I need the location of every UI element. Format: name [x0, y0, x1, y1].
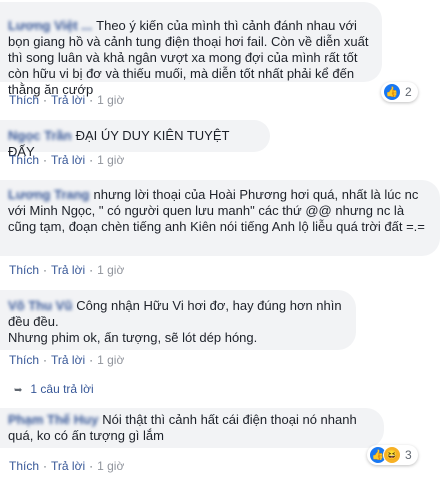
separator: · — [43, 153, 48, 167]
comment-time[interactable]: 1 giờ — [97, 93, 124, 107]
like-link[interactable]: Thích — [9, 153, 39, 167]
reaction-summary[interactable]: 👍 2 — [381, 82, 418, 102]
comment-time[interactable]: 1 giờ — [97, 459, 124, 473]
separator: · — [43, 353, 48, 367]
comment-text-line2: Nhưng phim ok, ấn tượng, sẽ lót dép hóng… — [8, 330, 258, 345]
reply-link[interactable]: Trả lời — [51, 459, 85, 473]
like-link[interactable]: Thích — [9, 353, 39, 367]
comment-author[interactable]: Ngọc Trần — [8, 128, 72, 143]
like-link[interactable]: Thích — [9, 459, 39, 473]
comment-actions: Thích · Trả lời · 1 giờ — [9, 92, 124, 108]
comment-bubble: Ngọc Trần ĐẠI ÚY DUY KIÊN TUYỆT ĐẤY — [0, 120, 270, 159]
like-link[interactable]: Thích — [9, 93, 39, 107]
reaction-count: 3 — [405, 448, 412, 462]
separator: · — [89, 353, 94, 367]
reaction-count: 2 — [405, 85, 412, 99]
separator: · — [89, 263, 94, 277]
comment-time[interactable]: 1 giờ — [97, 153, 124, 167]
reply-link[interactable]: Trả lời — [51, 153, 85, 167]
comment-author[interactable]: Phạm Thế Huy — [8, 412, 98, 427]
comment-actions: Thích · Trả lời · 1 giờ — [9, 458, 124, 474]
comment-bubble: Lương Việt ... Theo ý kiến của mình thì c… — [0, 2, 382, 97]
separator: · — [43, 459, 48, 473]
like-link[interactable]: Thích — [9, 263, 39, 277]
comment-actions: Thích · Trả lời · 1 giờ — [9, 352, 124, 368]
haha-reaction-icon: 😆 — [383, 446, 401, 464]
separator: · — [43, 93, 48, 107]
comment-time[interactable]: 1 giờ — [97, 353, 124, 367]
separator: · — [89, 93, 94, 107]
separator: · — [89, 153, 94, 167]
like-reaction-icon: 👍 — [383, 83, 401, 101]
view-replies-link[interactable]: ➥ 1 câu trả lời — [14, 381, 94, 399]
comment-bubble: Lương Trang nhưng lời thoại của Hoài Phươ… — [0, 180, 440, 256]
comment-time[interactable]: 1 giờ — [97, 263, 124, 277]
reply-link[interactable]: Trả lời — [51, 93, 85, 107]
replies-count: 1 câu trả lời — [30, 382, 94, 396]
comment-actions: Thích · Trả lời · 1 giờ — [9, 262, 124, 278]
comment-bubble: Phạm Thế Huy Nói thật thì cảnh hất cái đi… — [0, 408, 384, 448]
comment-author[interactable]: Lương Việt ... — [8, 18, 92, 33]
comment-actions: Thích · Trả lời · 1 giờ — [9, 152, 124, 168]
reply-arrow-icon: ➥ — [14, 385, 23, 396]
separator: · — [89, 459, 94, 473]
reaction-summary[interactable]: 👍 😆 3 — [367, 445, 418, 465]
comment-author[interactable]: Võ Thu Vũ — [8, 298, 72, 313]
comment-bubble: Võ Thu Vũ Công nhận Hữu Vi hơi đơ, hay đú… — [0, 290, 356, 350]
reply-link[interactable]: Trả lời — [51, 263, 85, 277]
reply-link[interactable]: Trả lời — [51, 353, 85, 367]
comment-author[interactable]: Lương Trang — [8, 187, 90, 202]
separator: · — [43, 263, 48, 277]
